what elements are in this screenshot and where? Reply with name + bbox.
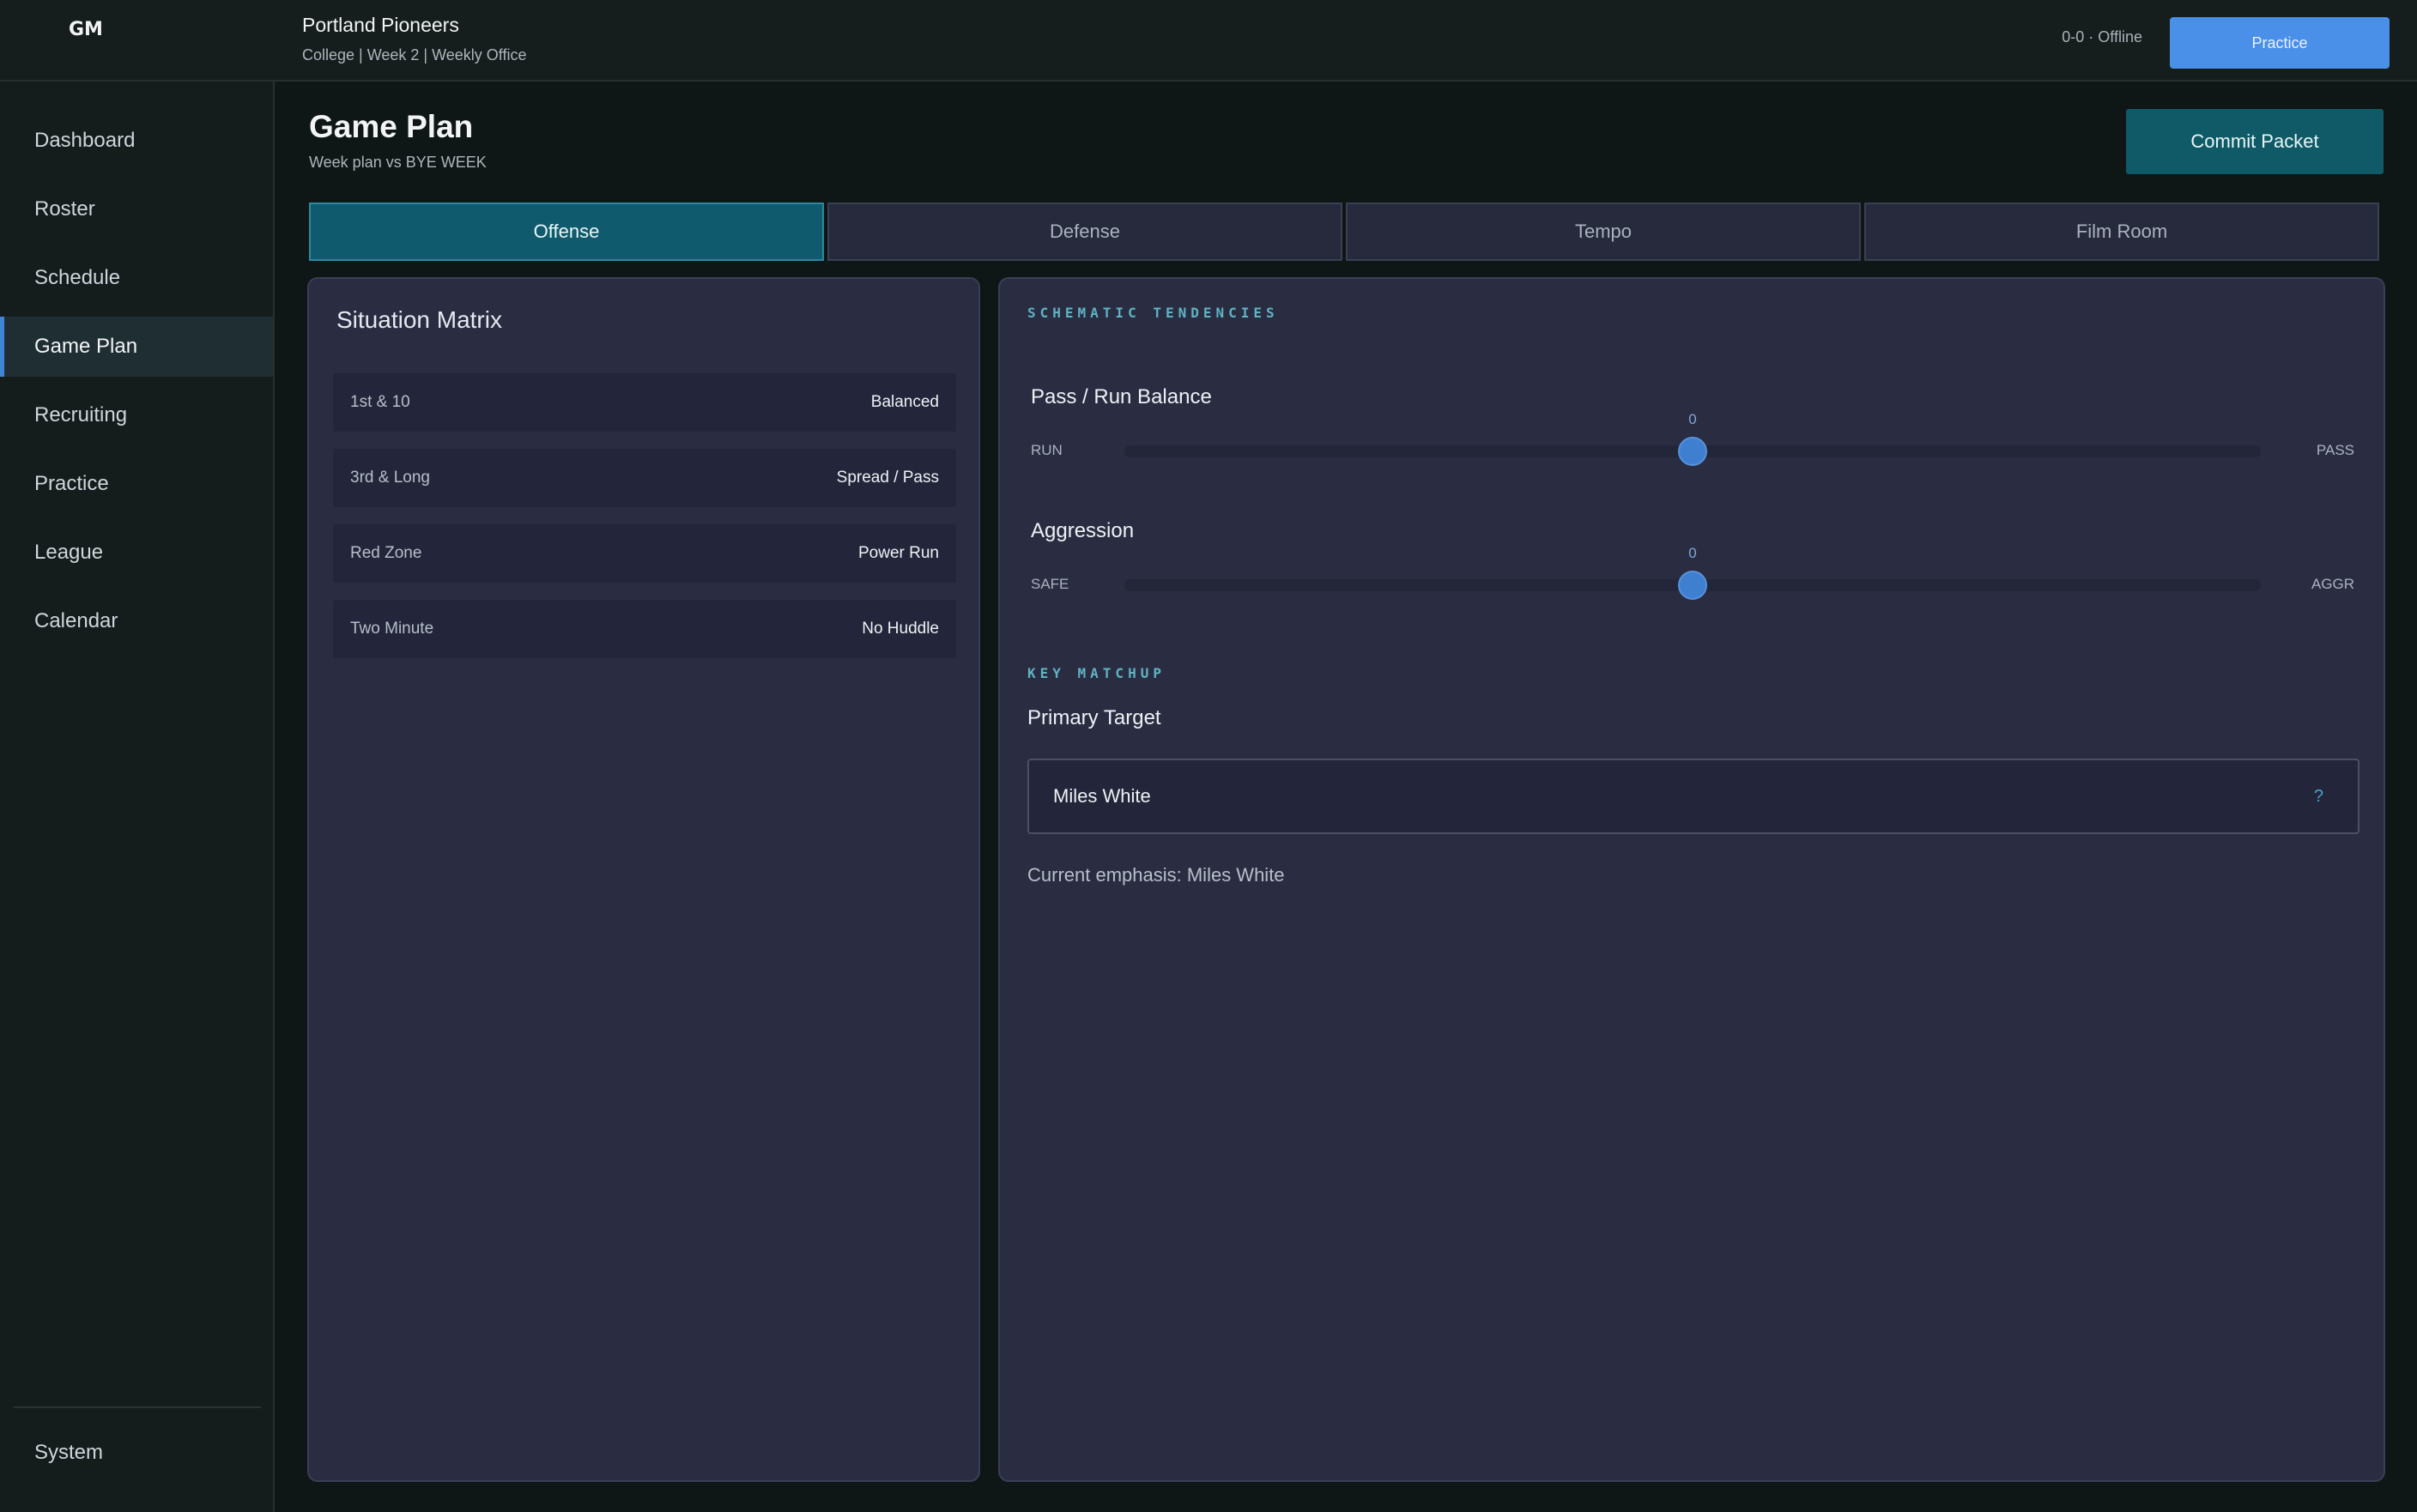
situation-row-3rd-long[interactable]: 3rd & Long Spread / Pass [333,449,956,507]
primary-target-select[interactable]: Miles White ? [1027,759,2359,834]
slider-min-label: RUN [1031,442,1063,458]
sidebar-item-calendar[interactable]: Calendar [0,591,273,651]
situation-call: Spread / Pass [836,469,939,487]
gm-logo[interactable]: GM [69,21,103,62]
situation-call: Power Run [858,544,939,562]
sidebar-item-recruiting[interactable]: Recruiting [0,385,273,445]
situation-matrix-panel: Situation Matrix 1st & 10 Balanced 3rd &… [307,277,980,1482]
pass-run-balance-title: Pass / Run Balance [1031,385,1212,408]
aggression-value: 0 [1688,545,1697,561]
slider-min-label: SAFE [1031,576,1069,592]
tab-tempo[interactable]: Tempo [1346,203,1861,261]
situation-label: Two Minute [350,620,434,638]
record-status: 0-0 · Offline [2062,28,2142,45]
situation-call: No Huddle [862,620,939,638]
situation-matrix-title: Situation Matrix [336,306,502,333]
sidebar-item-league[interactable]: League [0,523,273,583]
situation-row-two-minute[interactable]: Two Minute No Huddle [333,600,956,658]
situation-label: Red Zone [350,544,422,562]
situation-row-red-zone[interactable]: Red Zone Power Run [333,524,956,583]
page-title: Game Plan [309,109,474,144]
primary-target-label: Primary Target [1027,706,1161,729]
tab-defense[interactable]: Defense [827,203,1342,261]
practice-button[interactable]: Practice [2170,17,2390,69]
tendencies-panel: SCHEMATIC TENDENCIES Pass / Run Balance … [998,277,2385,1482]
pass-run-balance-value: 0 [1688,411,1697,427]
help-icon[interactable]: ? [2314,787,2323,807]
tab-film-room[interactable]: Film Room [1864,203,2379,261]
sidebar-item-schedule[interactable]: Schedule [0,248,273,308]
sidebar-item-system[interactable]: System [0,1423,273,1483]
situation-label: 1st & 10 [350,393,410,411]
sidebar-divider [14,1406,261,1408]
tab-offense[interactable]: Offense [309,203,824,261]
aggression-title: Aggression [1031,519,1135,542]
key-matchup-label: KEY MATCHUP [1027,665,1166,681]
team-context: College | Week 2 | Weekly Office [302,46,527,64]
sidebar: Dashboard Roster Schedule Game Plan Recr… [0,82,275,1512]
situation-call: Balanced [870,393,939,411]
sidebar-item-roster[interactable]: Roster [0,179,273,239]
page-subtitle: Week plan vs BYE WEEK [309,154,487,171]
sidebar-item-game-plan[interactable]: Game Plan [0,317,273,377]
pass-run-balance-thumb[interactable] [1678,437,1707,466]
main-content: Game Plan Week plan vs BYE WEEK Commit P… [275,82,2417,1512]
aggression-thumb[interactable] [1678,571,1707,600]
slider-max-label: AGGR [2311,576,2354,592]
schematic-tendencies-label: SCHEMATIC TENDENCIES [1027,305,1279,321]
situation-label: 3rd & Long [350,469,430,487]
current-emphasis: Current emphasis: Miles White [1027,864,1285,886]
sidebar-item-dashboard[interactable]: Dashboard [0,111,273,171]
commit-packet-button[interactable]: Commit Packet [2126,109,2384,174]
primary-target-value: Miles White [1053,785,1151,807]
team-name: Portland Pioneers [302,14,459,36]
situation-row-1st-10[interactable]: 1st & 10 Balanced [333,373,956,432]
slider-max-label: PASS [2316,442,2354,458]
sidebar-item-practice[interactable]: Practice [0,454,273,514]
top-bar: GM Portland Pioneers College | Week 2 | … [0,0,2417,82]
